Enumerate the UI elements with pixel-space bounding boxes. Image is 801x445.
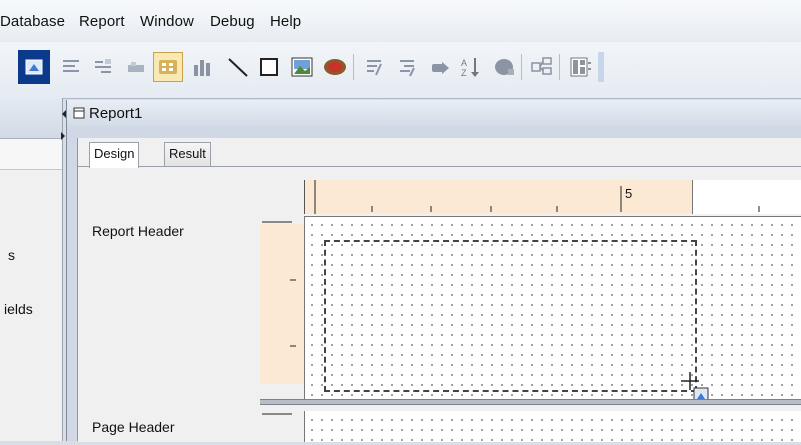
page-icon[interactable]	[565, 52, 595, 82]
left-panel-item[interactable]: s	[8, 247, 15, 263]
band-label-report-header[interactable]: Report Header	[92, 223, 184, 239]
barcode-icon[interactable]	[153, 52, 183, 82]
report-window-content: Design Result 5 Report Header Page Heade…	[77, 138, 801, 442]
memo-icon[interactable]	[359, 52, 389, 82]
menu-database[interactable]: Database	[0, 13, 65, 30]
report-window: Report1 Design Result 5 Report Header Pa…	[66, 100, 801, 442]
tab-icon[interactable]	[121, 52, 151, 82]
band-label-page-header[interactable]: Page Header	[92, 419, 175, 435]
tab-result[interactable]: Result	[164, 142, 211, 166]
line-icon[interactable]	[223, 52, 253, 82]
memo-rich-icon[interactable]	[392, 52, 422, 82]
menu-help[interactable]: Help	[270, 13, 301, 30]
ole-icon[interactable]	[320, 52, 350, 82]
menu-bar: Database Report Window Debug Help	[0, 0, 801, 42]
left-panel-row[interactable]	[0, 139, 62, 170]
tab-design[interactable]: Design	[89, 142, 140, 168]
left-panel: s ields	[0, 98, 63, 441]
menu-window[interactable]: Window	[140, 13, 194, 30]
menu-report[interactable]: Report	[79, 13, 125, 30]
chart-icon[interactable]	[188, 52, 218, 82]
svg-text:Z: Z	[461, 68, 467, 78]
selection-rectangle[interactable]	[324, 240, 697, 392]
dataset-icon[interactable]	[527, 52, 557, 82]
report-window-title: Report1	[89, 105, 143, 122]
vertical-ruler	[260, 214, 304, 397]
band-separator[interactable]	[260, 399, 801, 405]
report-window-titlebar[interactable]: Report1	[67, 100, 801, 126]
report-object-icon[interactable]	[18, 50, 50, 84]
page-header-band[interactable]	[304, 411, 801, 442]
database-icon[interactable]	[489, 52, 519, 82]
horizontal-ruler-extension	[692, 180, 801, 214]
menu-debug[interactable]: Debug	[210, 13, 255, 30]
report-window-icon	[73, 107, 85, 119]
left-panel-header	[0, 98, 62, 139]
toolbar: AZ	[0, 42, 801, 99]
text-rows-icon[interactable]	[88, 52, 118, 82]
arrow-right-icon[interactable]	[425, 52, 455, 82]
text-align-icon[interactable]	[56, 52, 86, 82]
design-area: 5 Report Header Page Header	[78, 166, 801, 442]
rectangle-icon[interactable]	[254, 52, 284, 82]
ruler-label: 5	[625, 186, 633, 201]
left-panel-item[interactable]: ields	[4, 301, 33, 317]
page-header-ruler	[260, 411, 304, 442]
sort-icon[interactable]: AZ	[457, 52, 487, 82]
svg-text:A: A	[461, 58, 467, 68]
picture-icon[interactable]	[287, 52, 317, 82]
horizontal-ruler: 5	[304, 180, 693, 214]
overflow-button[interactable]	[598, 52, 604, 82]
